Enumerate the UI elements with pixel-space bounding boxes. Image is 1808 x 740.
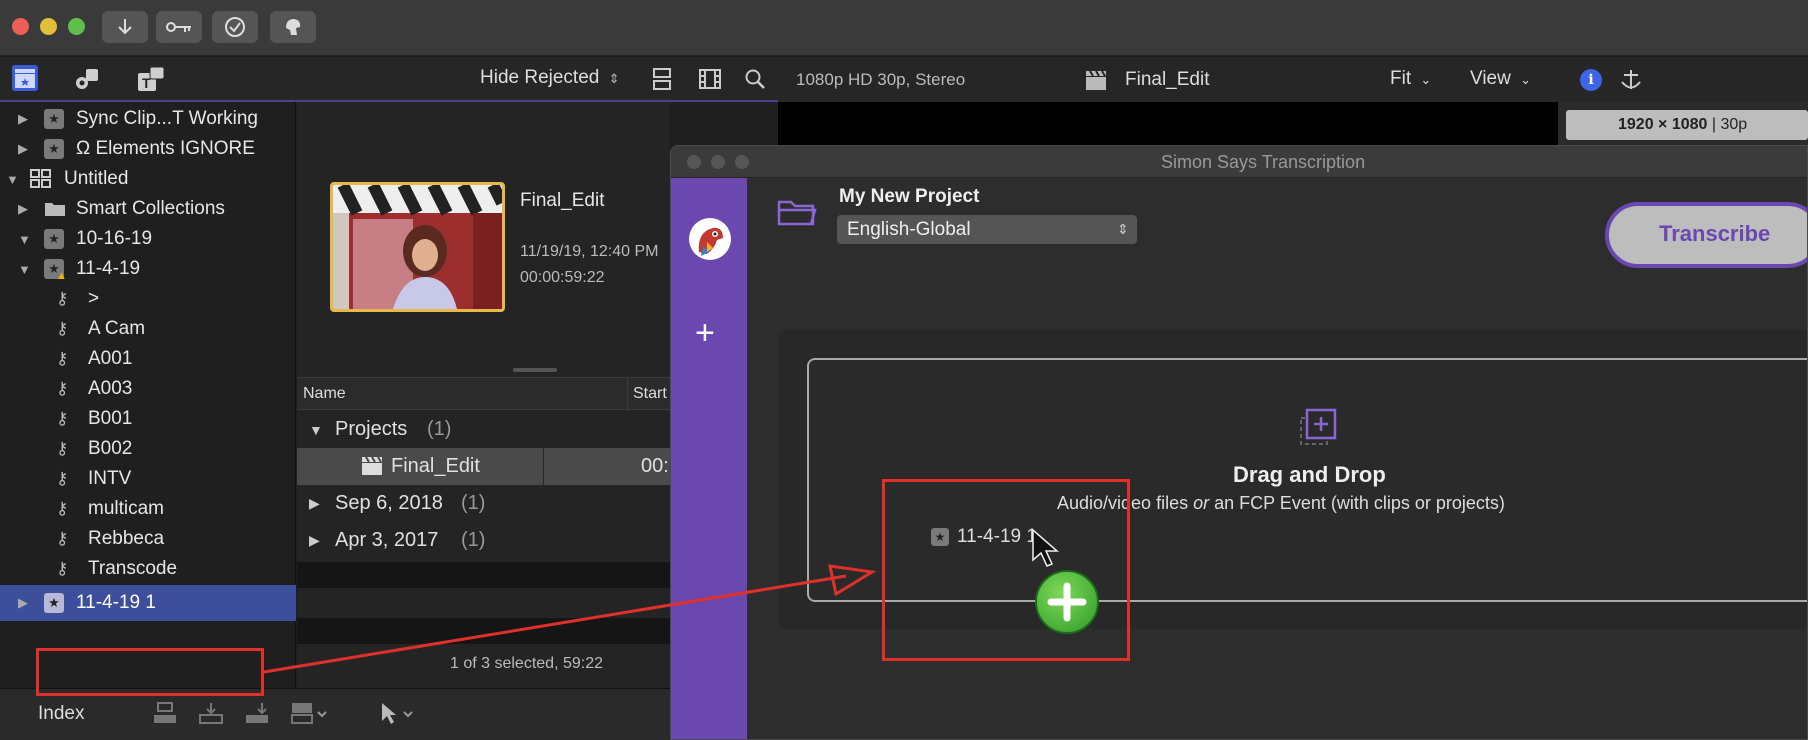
annotation-arrow [263,564,877,674]
